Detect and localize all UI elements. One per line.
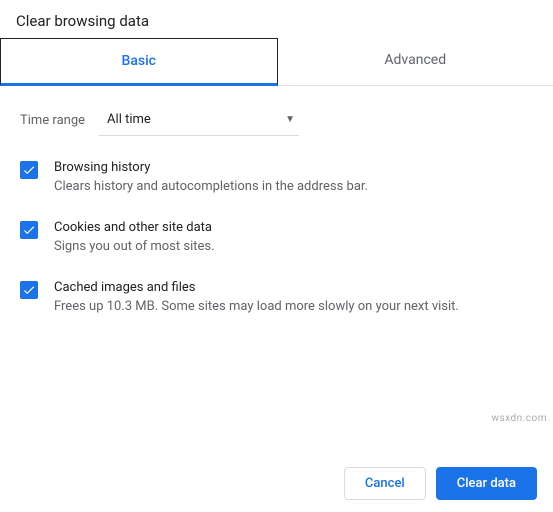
option-desc: Signs you out of most sites. xyxy=(54,238,533,256)
check-icon xyxy=(22,283,36,297)
option-title: Browsing history xyxy=(54,160,533,175)
check-icon xyxy=(22,223,36,237)
time-range-label: Time range xyxy=(20,113,85,128)
option-title: Cached images and files xyxy=(54,280,533,295)
option-text: Cached images and files Frees up 10.3 MB… xyxy=(54,280,533,316)
checkbox-cache[interactable] xyxy=(20,281,38,299)
checkbox-browsing-history[interactable] xyxy=(20,161,38,179)
chevron-down-icon: ▼ xyxy=(285,114,295,125)
tab-bar: Basic Advanced xyxy=(0,38,553,86)
tab-basic[interactable]: Basic xyxy=(0,38,278,86)
option-text: Browsing history Clears history and auto… xyxy=(54,160,533,196)
watermark: wsxdn.com xyxy=(491,413,547,424)
footer: Cancel Clear data xyxy=(344,467,537,500)
check-icon xyxy=(22,163,36,177)
cancel-button[interactable]: Cancel xyxy=(344,467,426,500)
option-browsing-history: Browsing history Clears history and auto… xyxy=(20,160,533,196)
option-cookies: Cookies and other site data Signs you ou… xyxy=(20,220,533,256)
option-desc: Frees up 10.3 MB. Some sites may load mo… xyxy=(54,298,533,316)
option-desc: Clears history and autocompletions in th… xyxy=(54,178,533,196)
time-range-value: All time xyxy=(107,112,151,127)
dialog-title: Clear browsing data xyxy=(0,0,553,38)
tab-advanced[interactable]: Advanced xyxy=(278,38,553,85)
option-title: Cookies and other site data xyxy=(54,220,533,235)
time-range-select[interactable]: All time ▼ xyxy=(99,104,299,136)
checkbox-cookies[interactable] xyxy=(20,221,38,239)
time-range-row: Time range All time ▼ xyxy=(20,104,533,136)
option-cache: Cached images and files Frees up 10.3 MB… xyxy=(20,280,533,316)
clear-data-button[interactable]: Clear data xyxy=(436,467,537,500)
content-area: Time range All time ▼ Browsing history C… xyxy=(0,86,553,359)
option-text: Cookies and other site data Signs you ou… xyxy=(54,220,533,256)
